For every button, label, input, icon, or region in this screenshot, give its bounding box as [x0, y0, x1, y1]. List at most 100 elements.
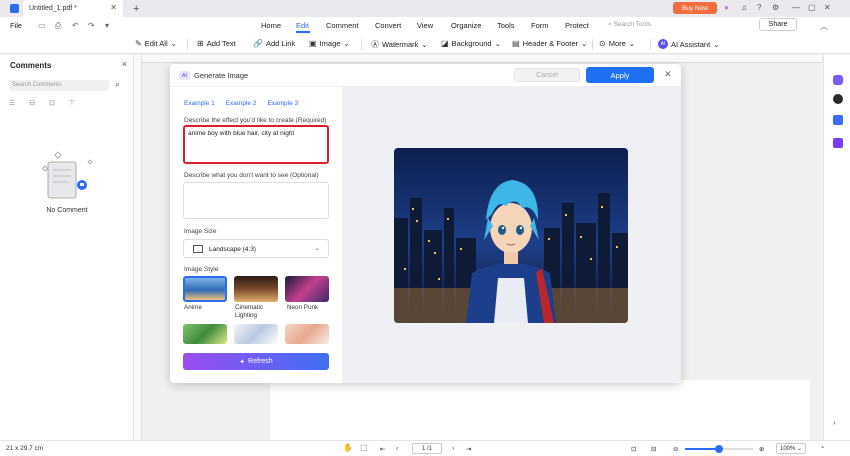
page-number-input[interactable]: 1 /1: [412, 443, 442, 454]
fit-page-icon[interactable]: ⊡: [631, 445, 636, 453]
menu-form[interactable]: Form: [531, 21, 549, 30]
chevron-down-icon: ⌄: [796, 446, 802, 452]
hand-tool-icon[interactable]: ✋: [343, 443, 353, 452]
zoom-slider-handle[interactable]: [715, 445, 723, 453]
chatbot-icon[interactable]: [833, 94, 843, 104]
background-tool[interactable]: ◪ Background ⌄: [441, 39, 501, 48]
search-icon[interactable]: ⌕: [115, 79, 120, 90]
apply-button[interactable]: Apply: [586, 67, 654, 83]
minimize-icon[interactable]: —: [792, 3, 800, 12]
more-label: More: [608, 39, 626, 48]
bell-icon[interactable]: ♫: [741, 3, 747, 12]
close-panel-icon[interactable]: ×: [122, 59, 127, 69]
ai-tag: AI: [179, 71, 190, 80]
chevron-down-icon: ⌄: [713, 39, 720, 49]
ai-assistant-tool[interactable]: AI AI Assistant ⌄: [658, 39, 719, 49]
menu-convert[interactable]: Convert: [375, 21, 401, 30]
page-layout-icon[interactable]: ⊟: [651, 445, 656, 453]
ai-sidebar-icon[interactable]: [833, 75, 843, 85]
zoom-slider-fill: [685, 448, 719, 450]
close-dialog-icon[interactable]: ✕: [664, 69, 672, 80]
menu-home[interactable]: Home: [261, 21, 281, 30]
image-size-value: Landscape (4:3): [209, 246, 256, 253]
dropdown-chevron-icon[interactable]: ▾: [105, 21, 109, 30]
watermark-icon: Ⓐ: [371, 40, 379, 49]
share-label: Share: [768, 21, 788, 28]
document-tab[interactable]: Untitled_1.pdf * ✕: [23, 0, 123, 17]
menu-bar: File ▭ ⎙ ↶ ↷ ▾ Home Edit Comment Convert…: [0, 17, 850, 34]
style-6-thumb[interactable]: [285, 324, 329, 344]
buy-now-button[interactable]: Buy Now: [673, 2, 717, 14]
check-icon[interactable]: [833, 138, 843, 148]
cancel-button[interactable]: Cancel: [514, 68, 580, 82]
example-2-link[interactable]: Example 2: [226, 100, 257, 107]
add-text-tool[interactable]: ⊞ Add Text: [197, 39, 236, 48]
maximize-icon[interactable]: ▢: [808, 3, 816, 12]
translate-icon[interactable]: [833, 115, 843, 125]
image-size-select[interactable]: Landscape (4:3) ⌄: [183, 239, 329, 258]
refresh-button[interactable]: ✦ Refresh: [183, 353, 329, 370]
settings-icon[interactable]: ⚙: [772, 3, 779, 12]
toolbar-divider: [187, 39, 188, 50]
horizontal-ruler: [142, 55, 822, 63]
zoom-out-icon[interactable]: ⊖: [673, 445, 678, 453]
menu-view[interactable]: View: [417, 21, 433, 30]
last-page-icon[interactable]: ⇥: [466, 445, 471, 453]
style-cinematic-thumb[interactable]: [234, 276, 278, 302]
watermark-label: Watermark: [382, 40, 419, 49]
next-page-icon[interactable]: ›: [452, 445, 454, 452]
more-tool[interactable]: ⊙ More ⌄: [599, 39, 635, 48]
watermark-tool[interactable]: Ⓐ Watermark ⌄: [371, 39, 428, 50]
avatar-icon[interactable]: ●: [724, 3, 729, 12]
collapse-up-icon[interactable]: ⌃: [820, 445, 825, 453]
undo-icon[interactable]: ↶: [72, 21, 79, 30]
edit-toolbar: ✎ Edit All ⌄ ⊞ Add Text 🔗 Add Link ▣ Image ⌄ Ⓐ…: [0, 34, 850, 54]
menu-comment[interactable]: Comment: [326, 21, 359, 30]
header-footer-tool[interactable]: ▤ Header & Footer ⌄: [512, 39, 587, 48]
chevron-down-icon: ⌄: [314, 245, 320, 252]
refresh-label: Refresh: [248, 358, 273, 365]
image-icon: ▣: [309, 39, 317, 48]
menu-organize[interactable]: Organize: [451, 21, 481, 30]
collapse-ribbon-icon[interactable]: ︿: [820, 21, 828, 32]
chevron-right-icon[interactable]: ›: [833, 418, 843, 428]
previous-page-icon[interactable]: ‹: [396, 445, 398, 452]
close-tab-icon[interactable]: ✕: [110, 3, 117, 12]
redo-icon[interactable]: ↷: [88, 21, 95, 30]
style-5-thumb[interactable]: [234, 324, 278, 344]
print-icon[interactable]: ⎙: [55, 21, 61, 31]
menu-protect[interactable]: Protect: [565, 21, 589, 30]
add-link-tool[interactable]: 🔗 Add Link: [253, 39, 295, 48]
search-tools-input[interactable]: ⌕ Search Tools: [608, 21, 651, 29]
image-size-label: Image Size: [184, 228, 217, 235]
style-anime-thumb[interactable]: [183, 276, 227, 302]
file-menu[interactable]: File: [10, 21, 22, 30]
new-tab-button[interactable]: +: [133, 3, 139, 15]
help-icon[interactable]: ?: [757, 3, 761, 12]
negative-prompt-input[interactable]: [183, 182, 329, 219]
describe-input[interactable]: anime boy with blue hair, city at night: [183, 125, 329, 164]
first-page-icon[interactable]: ⇤: [380, 445, 385, 453]
negative-prompt-label: Describe what you don't want to see (Opt…: [184, 172, 319, 179]
comment-filter-tools[interactable]: ☰ ⊟ ⊡ ⊤: [9, 99, 81, 107]
menu-edit[interactable]: Edit: [296, 21, 309, 30]
close-window-icon[interactable]: ✕: [824, 3, 831, 12]
chevron-down-icon: ⌄: [343, 39, 350, 48]
style-neon-punk-thumb[interactable]: [285, 276, 329, 302]
pdf-page[interactable]: [270, 380, 810, 440]
select-tool-icon[interactable]: ⬚: [360, 443, 368, 452]
example-1-link[interactable]: Example 1: [184, 100, 215, 107]
search-comments-input[interactable]: Search Comments: [9, 80, 109, 91]
image-tool[interactable]: ▣ Image ⌄: [309, 39, 350, 48]
example-3-link[interactable]: Example 3: [267, 100, 298, 107]
edit-all-tool[interactable]: ✎ Edit All ⌄: [135, 39, 177, 48]
zoom-in-icon[interactable]: ⊕: [759, 445, 764, 453]
share-button[interactable]: Share: [759, 18, 797, 31]
chevron-down-icon: ⌄: [628, 39, 636, 48]
zoom-select[interactable]: 100% ⌄: [776, 443, 806, 454]
menu-tools[interactable]: Tools: [497, 21, 515, 30]
save-icon[interactable]: ▭: [38, 21, 46, 30]
zoom-slider[interactable]: [685, 445, 753, 453]
style-4-thumb[interactable]: [183, 324, 227, 344]
background-label: Background: [451, 39, 492, 48]
